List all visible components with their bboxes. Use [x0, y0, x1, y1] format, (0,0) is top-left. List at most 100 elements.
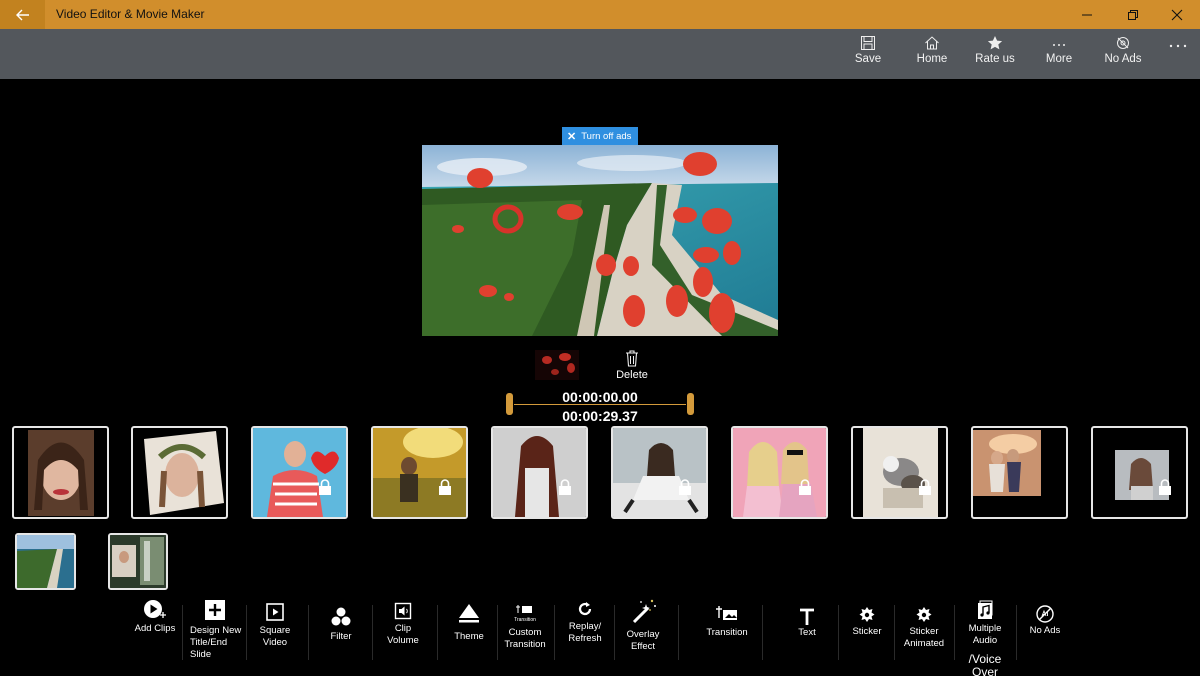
square-video-button[interactable]: Square Video: [252, 598, 298, 676]
rate-us-button[interactable]: Rate us: [963, 35, 1027, 75]
lock-icon: [439, 479, 451, 495]
toolbar-divider: [497, 605, 498, 660]
trim-start-handle[interactable]: [506, 393, 513, 415]
theme-card-8[interactable]: [851, 426, 948, 519]
custom-transition-icon: [516, 605, 532, 613]
app-bar: Save Home Rate us More No Ads: [0, 29, 1200, 79]
lock-icon: [799, 479, 811, 495]
no-ads-toolbar-label: No Ads: [1029, 625, 1061, 636]
close-button[interactable]: [1154, 0, 1200, 29]
theme-card-6[interactable]: [611, 426, 708, 519]
theme-thumbnail-8: [863, 428, 938, 517]
clip-item-1[interactable]: [15, 533, 76, 590]
transition-button[interactable]: Transition: [700, 598, 754, 676]
custom-transition-button[interactable]: Transition Custom Transition: [500, 598, 550, 676]
more-button[interactable]: More: [1027, 35, 1091, 75]
filter-label: Filter: [330, 631, 352, 642]
delete-label: Delete: [616, 369, 648, 381]
replay-refresh-button[interactable]: Replay/ Refresh: [562, 598, 608, 676]
no-ads-button[interactable]: No Ads: [1091, 35, 1155, 75]
volume-icon: [394, 602, 412, 620]
theme-card-7[interactable]: [731, 426, 828, 519]
toolbar-divider: [1016, 605, 1017, 660]
theme-thumbnail-4: [373, 428, 466, 517]
video-preview[interactable]: [422, 145, 778, 336]
toolbar-divider: [954, 605, 955, 660]
text-icon: [800, 608, 814, 625]
window-title: Video Editor & Movie Maker: [56, 7, 205, 21]
delete-button[interactable]: Delete: [610, 350, 654, 386]
toolbar-divider: [182, 605, 183, 660]
clip-thumbnail-2: [110, 535, 166, 588]
sticker-animated-button[interactable]: Sticker Animated: [900, 598, 948, 676]
theme-card-9[interactable]: [971, 426, 1068, 519]
add-clips-button[interactable]: Add Clips: [130, 598, 180, 676]
turn-off-ads-button[interactable]: ✕ Turn off ads: [562, 127, 638, 145]
custom-transition-label: Custom Transition: [504, 627, 546, 650]
trim-end-time: 00:00:29.37: [562, 408, 638, 424]
app-window: Video Editor & Movie Maker Save Home Rat…: [0, 0, 1200, 676]
sticker-icon: [859, 607, 875, 622]
theme-thumbnail-1: [28, 430, 94, 516]
filter-button[interactable]: Filter: [318, 598, 364, 676]
save-icon: [861, 36, 875, 50]
sticker-animated-label: Sticker Animated: [903, 626, 945, 649]
filter-icon: [331, 607, 351, 626]
theme-card-3[interactable]: [251, 426, 348, 519]
theme-card-4[interactable]: [371, 426, 468, 519]
toolbar-divider: [838, 605, 839, 660]
no-ads-circle-icon: [1036, 605, 1054, 623]
theme-card-2[interactable]: [131, 426, 228, 519]
save-button[interactable]: Save: [836, 35, 900, 75]
arrow-left-icon: [15, 9, 29, 20]
voice-over-label: /Voice Over: [968, 652, 1002, 676]
back-button[interactable]: [0, 0, 45, 29]
theme-icon: [459, 604, 479, 623]
restore-icon: [1128, 9, 1138, 20]
theme-label: Theme: [454, 631, 484, 642]
toolbar-divider: [308, 605, 309, 660]
theme-thumbnail-2: [136, 431, 224, 515]
multiple-audio-label: Multiple Audio: [968, 623, 1002, 646]
rate-us-label: Rate us: [975, 53, 1015, 65]
clip-thumbnail-image: [542, 353, 575, 375]
no-ads-toolbar-button[interactable]: No Ads: [1024, 598, 1066, 676]
trim-end-handle[interactable]: [687, 393, 694, 415]
theme-card-10[interactable]: [1091, 426, 1188, 519]
preview-frame-image: [422, 145, 778, 336]
sticker-label: Sticker: [852, 626, 882, 637]
selected-clip-thumbnail[interactable]: [535, 350, 579, 380]
clip-volume-button[interactable]: Clip Volume: [380, 598, 426, 676]
multiple-audio-button[interactable]: Multiple Audio /Voice Over: [962, 598, 1008, 676]
lock-icon: [1159, 479, 1171, 495]
save-label: Save: [854, 53, 882, 65]
theme-button[interactable]: Theme: [446, 598, 492, 676]
theme-card-1[interactable]: [12, 426, 109, 519]
trash-icon: [626, 350, 638, 367]
replay-refresh-label: Replay/ Refresh: [568, 621, 602, 644]
minimize-icon: [1082, 14, 1092, 15]
music-icon: [978, 600, 993, 619]
restore-button[interactable]: [1110, 0, 1156, 29]
overflow-menu-button[interactable]: [1168, 39, 1188, 53]
clip-thumbnail-1: [17, 535, 74, 588]
overlay-effect-label: Overlay Effect: [626, 629, 660, 652]
theme-thumbnail-3: [253, 428, 346, 517]
lock-icon: [319, 479, 331, 495]
sticker-button[interactable]: Sticker: [846, 598, 888, 676]
overlay-effect-button[interactable]: Overlay Effect: [620, 598, 666, 676]
text-button[interactable]: Text: [786, 598, 828, 676]
no-ads-icon: [1117, 37, 1129, 49]
minimize-button[interactable]: [1064, 0, 1110, 29]
theme-card-5[interactable]: [491, 426, 588, 519]
clip-item-2[interactable]: [108, 533, 168, 590]
theme-thumbnail-9: [973, 430, 1041, 496]
overlay-effect-icon: [632, 599, 656, 624]
design-title-slide-button[interactable]: Design New Title/End Slide: [186, 598, 244, 676]
no-ads-label: No Ads: [1104, 53, 1142, 65]
star-icon: [987, 36, 1003, 50]
close-icon: [1171, 9, 1183, 20]
transition-label: Transition: [706, 627, 748, 638]
toolbar-divider: [554, 605, 555, 660]
home-button[interactable]: Home: [900, 35, 964, 75]
